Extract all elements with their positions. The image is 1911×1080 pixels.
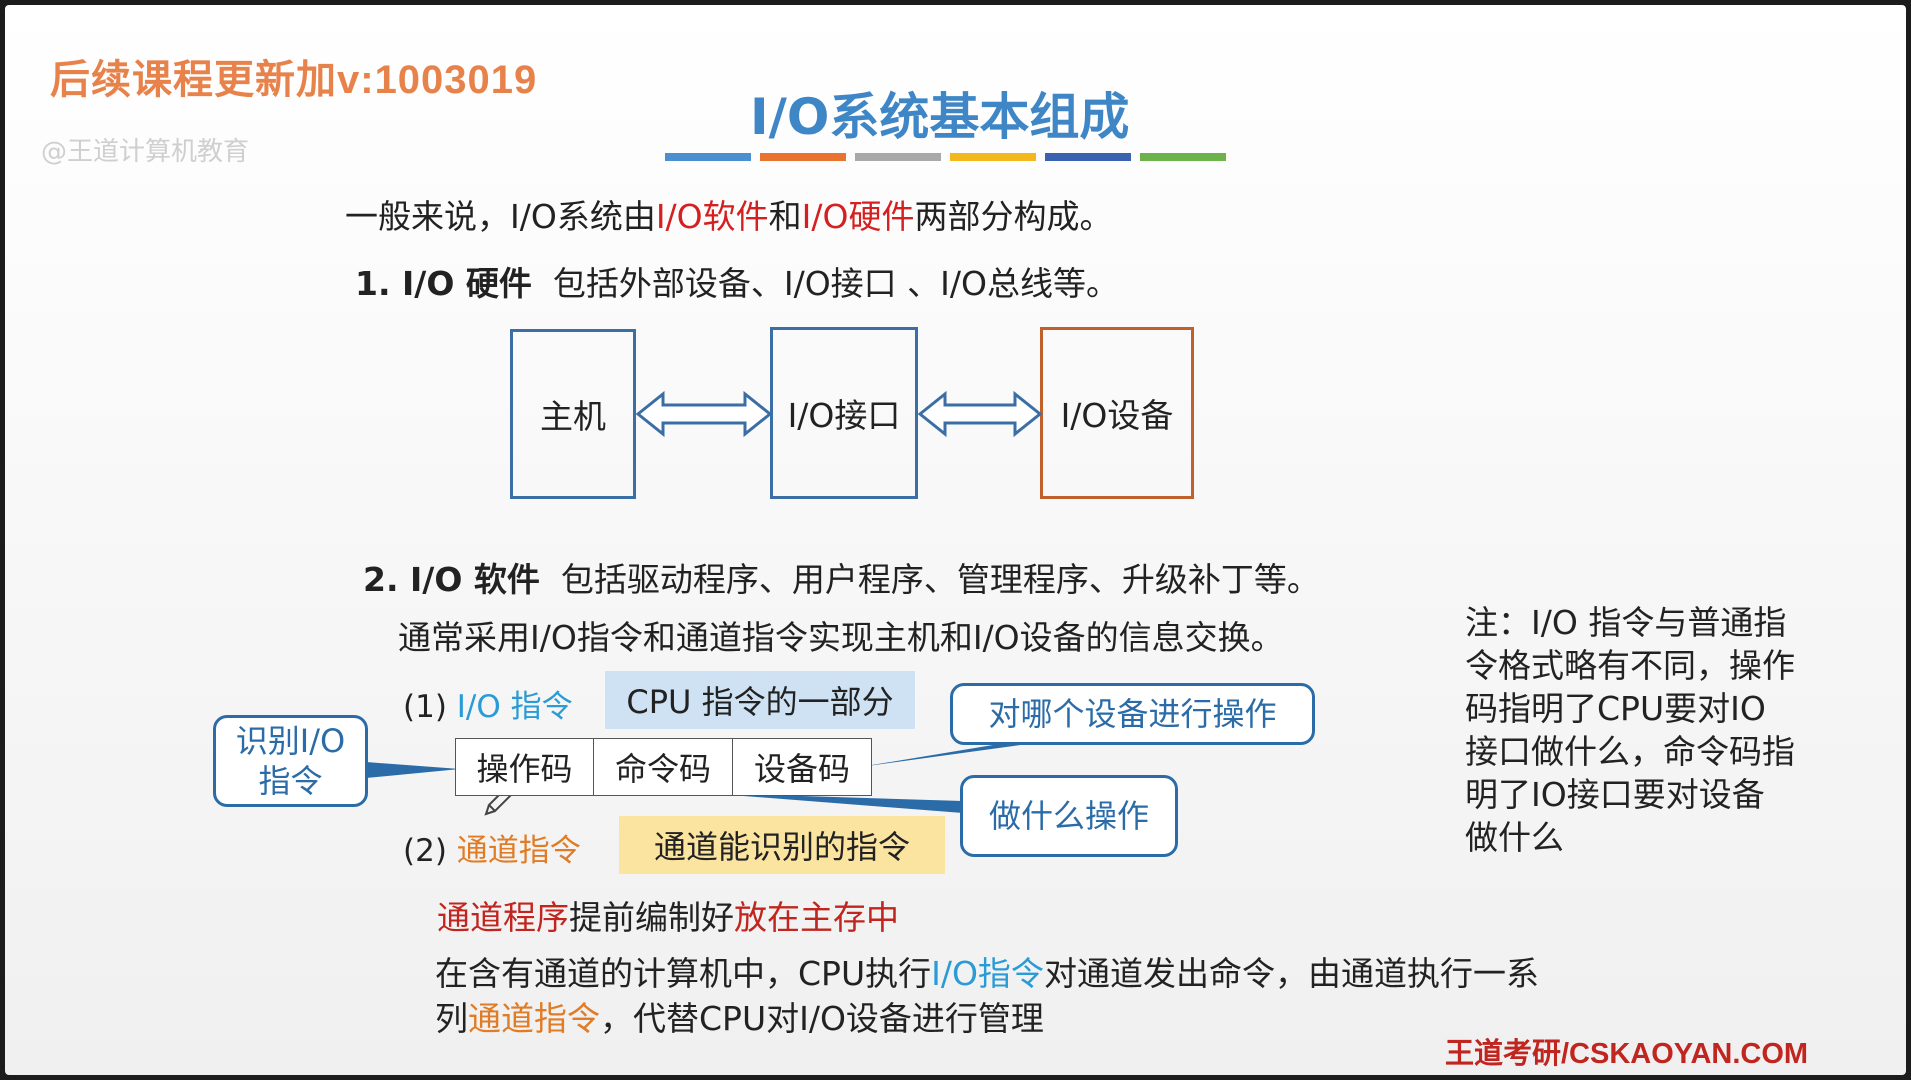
channel-program-location: 放在主存中 — [734, 898, 899, 937]
channel-program-mid: 提前编制好 — [569, 898, 734, 937]
callout-pointer-identify — [366, 762, 460, 778]
io-instruction-num: (1) — [403, 689, 447, 725]
cpu-instruction-highlight: CPU 指令的一部分 — [605, 671, 915, 729]
callout-identify-io: 识别I/O 指令 — [213, 715, 368, 807]
channel-exec-line-1: 在含有通道的计算机中，CPU执行I/O指令对通道发出命令，由通道执行一系 — [435, 947, 1539, 995]
software-desc: 包括驱动程序、用户程序、管理程序、升级补丁等。 — [560, 560, 1320, 599]
software-exchange-line: 通常采用I/O指令和通道指令实现主机和I/O设备的信息交换。 — [398, 618, 1284, 657]
field-opcode: 操作码 — [455, 738, 594, 796]
io-instruction-label: (1) I/O 指令 — [403, 681, 573, 726]
double-arrow-host-iface — [635, 390, 773, 438]
channel-instruction-num: (2) — [403, 833, 447, 869]
exec-text-c: 对通道发出命令，由通道执行一系 — [1043, 954, 1539, 993]
exec-io-instruction: I/O指令 — [931, 954, 1044, 993]
field-command-code: 命令码 — [593, 738, 733, 796]
exec-text-d: 列 — [435, 999, 468, 1038]
channel-exec-line-2: 列通道指令，代替CPU对I/O设备进行管理 — [435, 992, 1044, 1040]
channel-instruction-name: 通道指令 — [456, 833, 581, 869]
software-heading: 2. I/O 软件 — [363, 560, 540, 599]
field-device-code: 设备码 — [732, 738, 872, 796]
callout-pointer-device — [860, 743, 1035, 767]
exec-text-f: ，代替CPU对I/O设备进行管理 — [600, 999, 1044, 1038]
slide: 后续课程更新加v:1003019 @王道计算机教育 I/O系统基本组成 一般来说… — [5, 5, 1906, 1075]
exec-text-a: 在含有通道的计算机中，CPU执行 — [435, 954, 932, 993]
channel-instruction-highlight: 通道能识别的指令 — [619, 816, 945, 874]
diagram-overlay — [366, 390, 1043, 816]
channel-program: 通道程序 — [437, 898, 569, 937]
channel-program-line: 通道程序提前编制好放在主存中 — [437, 891, 899, 939]
note-text: 注：I/O 指令与普通指令格式略有不同，操作码指明了CPU要对IO接口做什么，命… — [1465, 603, 1795, 857]
callout-pointer-operation — [705, 793, 963, 813]
double-arrow-iface-device — [917, 390, 1043, 438]
io-instruction-name: I/O 指令 — [456, 689, 573, 725]
callout-which-device: 对哪个设备进行操作 — [950, 683, 1315, 745]
channel-instruction-label: (2) 通道指令 — [403, 825, 581, 870]
exec-channel-instruction: 通道指令 — [468, 999, 600, 1038]
callout-what-operation: 做什么操作 — [960, 775, 1178, 857]
software-line: 2. I/O 软件 包括驱动程序、用户程序、管理程序、升级补丁等。 — [363, 553, 1320, 601]
footer-brand: 王道考研/CSKAOYAN.COM — [1445, 1038, 1809, 1070]
